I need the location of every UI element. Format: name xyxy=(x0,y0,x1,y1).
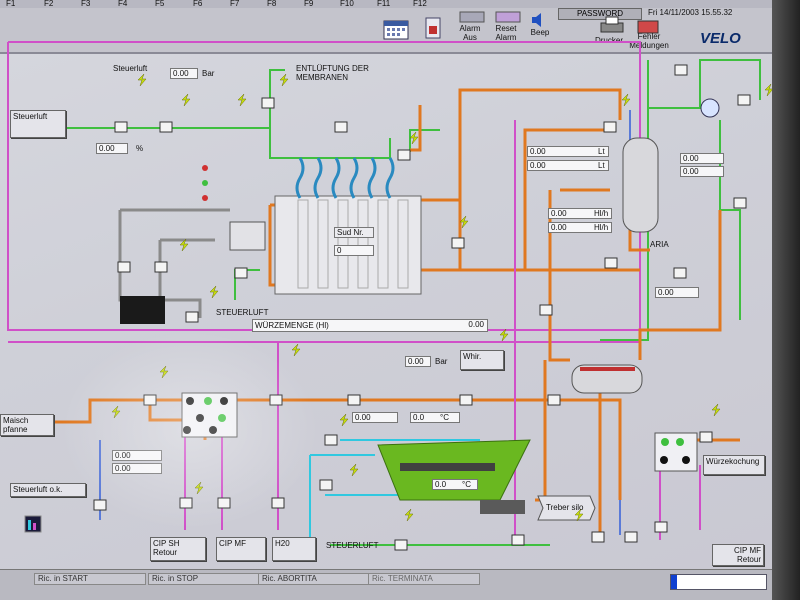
pct-r1-value[interactable]: 0.00 xyxy=(680,153,724,164)
temp-low-value[interactable]: 0.0 xyxy=(432,479,478,490)
cip-mf-button[interactable]: CIP MF xyxy=(216,537,266,561)
pressure-mid-unit: Bar xyxy=(435,357,448,366)
filter-box-right xyxy=(654,432,698,472)
status-start: Ric. in START xyxy=(34,573,146,585)
green-pipe-right-2 xyxy=(719,120,741,320)
pct-left-unit: % xyxy=(136,144,144,153)
status-bar: Ric. in START Ric. in STOP Ric. ABORTITA… xyxy=(0,569,800,600)
temp-low-unit: °C xyxy=(462,480,471,489)
sud-nr-label: Sud Nr. xyxy=(334,227,374,238)
lt1-unit: Lt xyxy=(598,147,605,156)
filter-screw xyxy=(400,463,495,471)
lt2-value[interactable]: 0.00 xyxy=(527,160,609,171)
aria-vessel xyxy=(622,137,659,233)
pct-b-value[interactable]: 0.00 xyxy=(112,463,162,474)
flow1-unit: Hl/h xyxy=(594,209,609,218)
reservoir-tank xyxy=(120,296,165,324)
wurzekochung-button[interactable]: Würzekochung xyxy=(703,455,765,475)
cip-sh-retour-button[interactable]: CIP SH Retour xyxy=(150,537,206,561)
h2o-button[interactable]: H20 xyxy=(272,537,316,561)
temp-unit: °C xyxy=(440,413,449,422)
steuerluft-button[interactable]: Steuerluft xyxy=(10,110,66,138)
monitor-bezel xyxy=(772,0,800,600)
pct-left-value[interactable]: 0.00 xyxy=(96,143,128,154)
status-stop: Ric. in STOP xyxy=(148,573,260,585)
green-pipe-membrane xyxy=(269,128,391,159)
pressure-top-value[interactable]: 0.00 xyxy=(170,68,198,79)
steuerluft-bottom-label: STEUERLUFT xyxy=(326,541,379,550)
steuerluft-ok-indicator[interactable]: Steuerluft o.k. xyxy=(10,483,86,497)
tank-red-band xyxy=(580,367,635,371)
green-pipe-top xyxy=(30,69,285,129)
temp-value[interactable]: 0.0 xyxy=(410,412,460,423)
lt1-value[interactable]: 0.00 xyxy=(527,146,609,157)
lt2-unit: Lt xyxy=(598,161,605,170)
scada-screen: F1 F2 F3 F4 F5 F6 F7 F8 F9 F10 F11 F12 P… xyxy=(0,0,800,600)
pct-c-value[interactable]: 0.00 xyxy=(352,412,398,423)
status-aborted: Ric. ABORTITA xyxy=(258,573,370,585)
trend-icon[interactable] xyxy=(24,515,42,533)
pct-a-value[interactable]: 0.00 xyxy=(112,450,162,461)
lamp-red-2 xyxy=(202,195,208,201)
treber-silo-label[interactable]: Treber silo xyxy=(546,503,586,512)
aria-label: ARIA xyxy=(650,240,669,249)
gray-pipe-4 xyxy=(158,240,202,318)
pv-pump-icon[interactable] xyxy=(700,98,720,118)
lamp-red xyxy=(202,165,208,171)
cip-mf-retour-button[interactable]: CIP MF Retour xyxy=(712,544,764,566)
progress-field xyxy=(670,574,767,590)
pct-r3-value[interactable]: 0.00 xyxy=(655,287,699,298)
wurzemenge-value[interactable]: 0.00 xyxy=(420,320,486,331)
whirlpool-button[interactable]: Whir. xyxy=(460,350,504,370)
maischpfanne-button[interactable]: Maisch pfanne xyxy=(0,414,54,436)
membrane-tubes xyxy=(295,157,395,199)
steuerluft-top-label: Steuerluft xyxy=(113,64,148,73)
gray-pipe-1 xyxy=(118,210,160,302)
entluftung-label: ENTLÜFTUNG DER MEMBRANEN xyxy=(296,64,369,82)
flow2-unit: Hl/h xyxy=(594,223,609,232)
progress-fill xyxy=(671,575,677,589)
pressure-top-unit: Bar xyxy=(202,69,215,78)
pump-block xyxy=(229,221,266,251)
pct-r2-value[interactable]: 0.00 xyxy=(680,166,724,177)
process-diagram xyxy=(7,41,774,551)
steuerluft-mid-label: STEUERLUFT xyxy=(216,308,269,317)
status-terminated: Ric. TERMINATA xyxy=(368,573,480,585)
discharge-screw xyxy=(480,500,525,514)
lamp-green xyxy=(202,180,208,186)
pressure-mid-value[interactable]: 0.00 xyxy=(405,356,431,367)
sud-nr-value[interactable]: 0 xyxy=(334,245,374,256)
